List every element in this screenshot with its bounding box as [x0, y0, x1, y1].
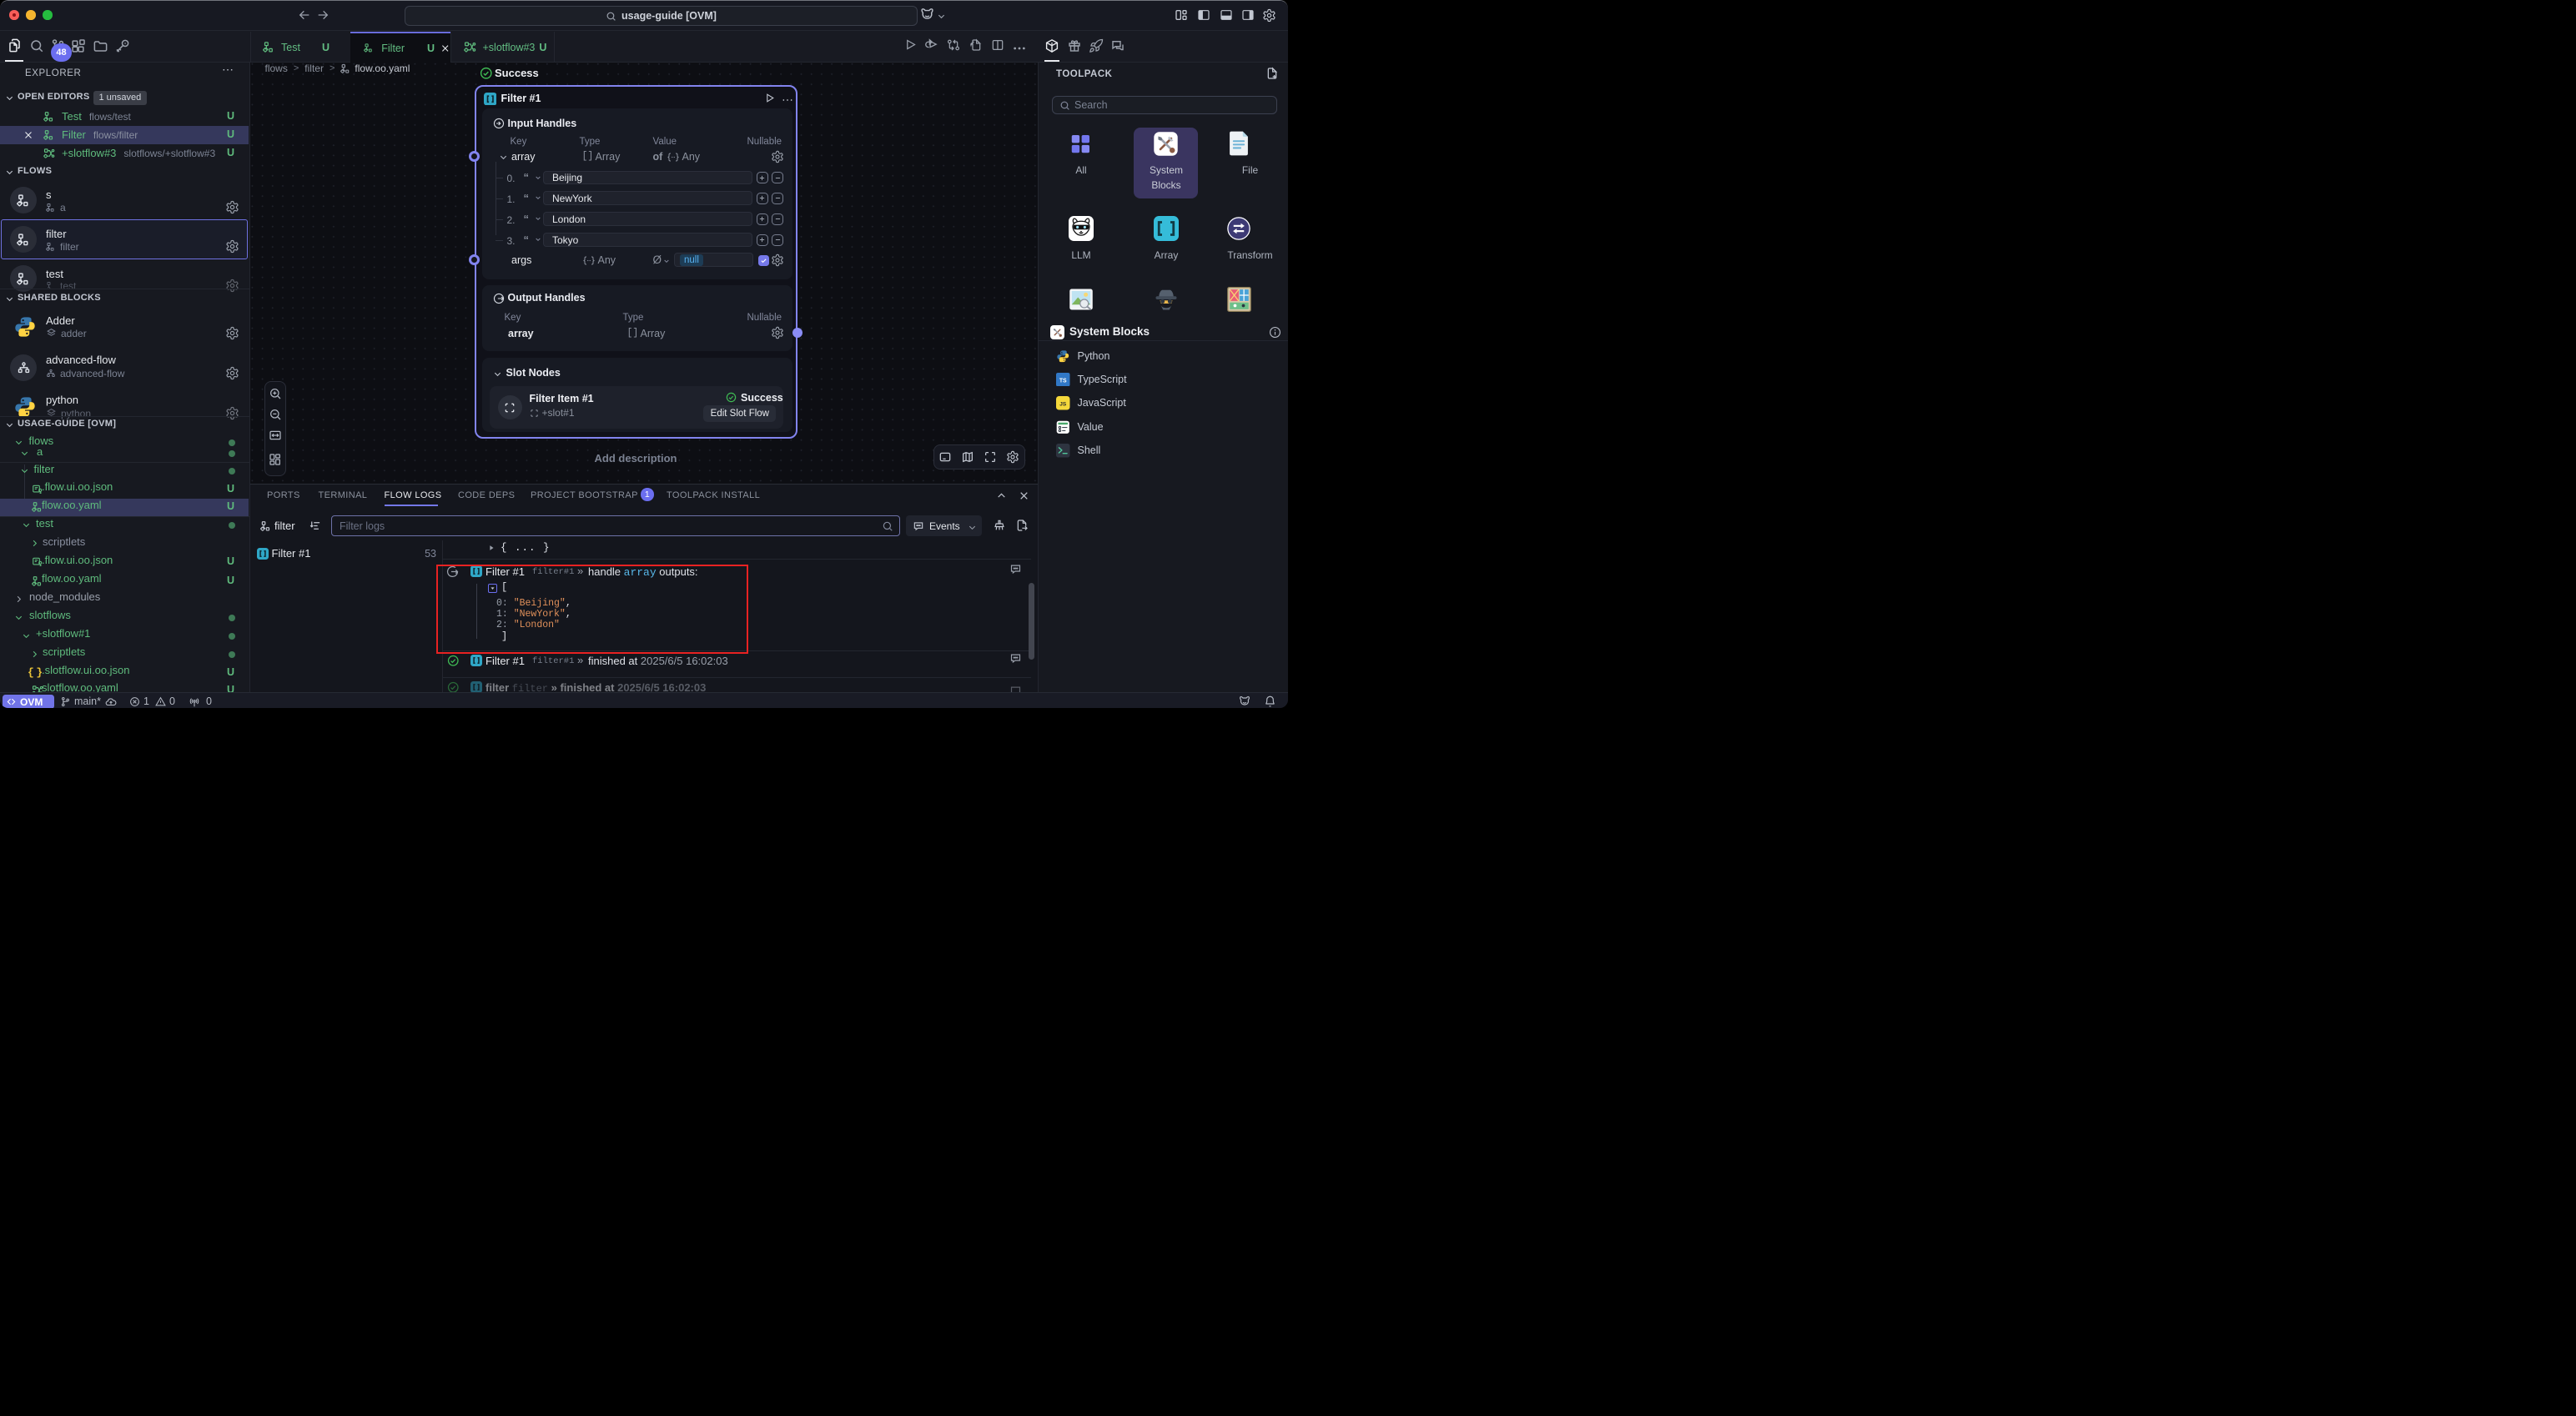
svg-text:JS: JS — [1059, 401, 1067, 407]
svg-text:TS: TS — [1059, 378, 1067, 384]
